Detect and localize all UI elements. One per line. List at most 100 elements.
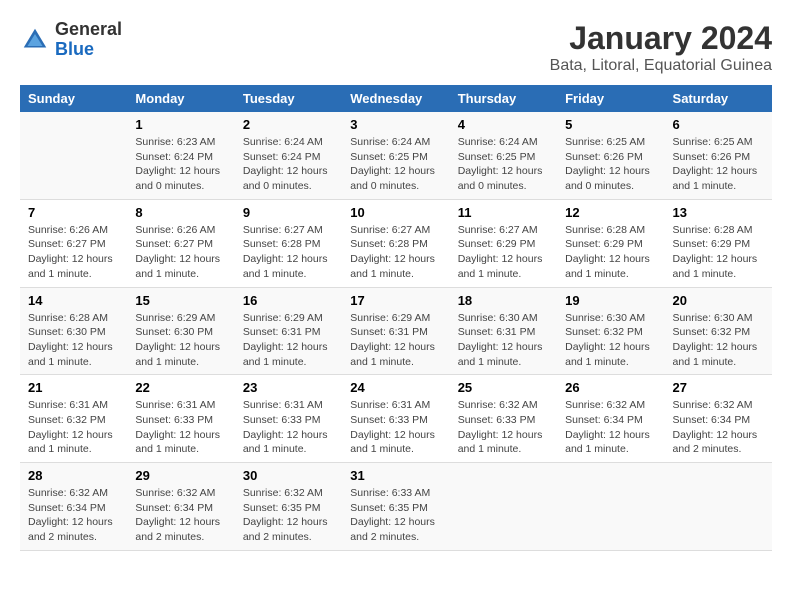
- day-number: 2: [243, 117, 334, 132]
- calendar-cell: 6 Sunrise: 6:25 AM Sunset: 6:26 PM Daylig…: [665, 112, 772, 199]
- calendar-cell: 26Sunrise: 6:32 AM Sunset: 6:34 PM Dayli…: [557, 375, 664, 463]
- day-info: Sunrise: 6:31 AM Sunset: 6:33 PM Dayligh…: [350, 398, 441, 457]
- main-title: January 2024: [550, 20, 772, 57]
- day-number: 22: [135, 380, 226, 395]
- calendar-week-row: 7 Sunrise: 6:26 AM Sunset: 6:27 PM Daylig…: [20, 199, 772, 287]
- calendar-cell: [557, 463, 664, 551]
- calendar-cell: 25Sunrise: 6:32 AM Sunset: 6:33 PM Dayli…: [450, 375, 557, 463]
- logo-icon: [20, 25, 50, 55]
- day-number: 30: [243, 468, 334, 483]
- day-number: 14: [28, 293, 119, 308]
- calendar-cell: 15Sunrise: 6:29 AM Sunset: 6:30 PM Dayli…: [127, 287, 234, 375]
- day-info: Sunrise: 6:29 AM Sunset: 6:31 PM Dayligh…: [243, 311, 334, 370]
- calendar-cell: 31Sunrise: 6:33 AM Sunset: 6:35 PM Dayli…: [342, 463, 449, 551]
- calendar-cell: 5 Sunrise: 6:25 AM Sunset: 6:26 PM Daylig…: [557, 112, 664, 199]
- day-info: Sunrise: 6:30 AM Sunset: 6:32 PM Dayligh…: [565, 311, 656, 370]
- logo-blue: Blue: [55, 40, 122, 60]
- calendar-cell: 18 Sunrise: 6:30 AM Sunset: 6:31 PM Dayli…: [450, 287, 557, 375]
- day-info: Sunrise: 6:24 AM Sunset: 6:25 PM Dayligh…: [350, 135, 441, 194]
- day-info: Sunrise: 6:24 AM Sunset: 6:24 PM Dayligh…: [243, 135, 334, 194]
- day-number: 13: [673, 205, 764, 220]
- page-header: General Blue January 2024 Bata, Litoral,…: [20, 20, 772, 75]
- calendar-cell: 14 Sunrise: 6:28 AM Sunset: 6:30 PM Dayli…: [20, 287, 127, 375]
- day-number: 31: [350, 468, 441, 483]
- header-day: Wednesday: [342, 85, 449, 112]
- day-info: Sunrise: 6:26 AM Sunset: 6:27 PM Dayligh…: [28, 223, 119, 282]
- day-info: Sunrise: 6:28 AM Sunset: 6:30 PM Dayligh…: [28, 311, 119, 370]
- day-number: 4: [458, 117, 549, 132]
- calendar-cell: [450, 463, 557, 551]
- day-number: 11: [458, 205, 549, 220]
- calendar-cell: 12 Sunrise: 6:28 AM Sunset: 6:29 PM Dayli…: [557, 199, 664, 287]
- calendar-cell: 20 Sunrise: 6:30 AM Sunset: 6:32 PM Dayli…: [665, 287, 772, 375]
- header-day: Monday: [127, 85, 234, 112]
- calendar-cell: 2 Sunrise: 6:24 AM Sunset: 6:24 PM Daylig…: [235, 112, 342, 199]
- day-number: 23: [243, 380, 334, 395]
- calendar-cell: 13 Sunrise: 6:28 AM Sunset: 6:29 PM Dayli…: [665, 199, 772, 287]
- day-info: Sunrise: 6:23 AM Sunset: 6:24 PM Dayligh…: [135, 135, 226, 194]
- day-info: Sunrise: 6:26 AM Sunset: 6:27 PM Dayligh…: [135, 223, 226, 282]
- calendar-cell: 4 Sunrise: 6:24 AM Sunset: 6:25 PM Daylig…: [450, 112, 557, 199]
- day-number: 7: [28, 205, 119, 220]
- day-info: Sunrise: 6:32 AM Sunset: 6:34 PM Dayligh…: [28, 486, 119, 545]
- day-number: 19: [565, 293, 656, 308]
- calendar-cell: [20, 112, 127, 199]
- day-number: 20: [673, 293, 764, 308]
- day-info: Sunrise: 6:32 AM Sunset: 6:33 PM Dayligh…: [458, 398, 549, 457]
- calendar-cell: 8 Sunrise: 6:26 AM Sunset: 6:27 PM Daylig…: [127, 199, 234, 287]
- day-info: Sunrise: 6:32 AM Sunset: 6:35 PM Dayligh…: [243, 486, 334, 545]
- day-number: 1: [135, 117, 226, 132]
- day-info: Sunrise: 6:30 AM Sunset: 6:31 PM Dayligh…: [458, 311, 549, 370]
- calendar-cell: 22 Sunrise: 6:31 AM Sunset: 6:33 PM Dayli…: [127, 375, 234, 463]
- day-info: Sunrise: 6:27 AM Sunset: 6:28 PM Dayligh…: [243, 223, 334, 282]
- subtitle: Bata, Litoral, Equatorial Guinea: [550, 57, 772, 75]
- day-number: 29: [135, 468, 226, 483]
- day-info: Sunrise: 6:31 AM Sunset: 6:32 PM Dayligh…: [28, 398, 119, 457]
- calendar-cell: 21Sunrise: 6:31 AM Sunset: 6:32 PM Dayli…: [20, 375, 127, 463]
- day-info: Sunrise: 6:31 AM Sunset: 6:33 PM Dayligh…: [135, 398, 226, 457]
- calendar-week-row: 28Sunrise: 6:32 AM Sunset: 6:34 PM Dayli…: [20, 463, 772, 551]
- day-info: Sunrise: 6:25 AM Sunset: 6:26 PM Dayligh…: [565, 135, 656, 194]
- title-block: January 2024 Bata, Litoral, Equatorial G…: [550, 20, 772, 75]
- day-info: Sunrise: 6:27 AM Sunset: 6:29 PM Dayligh…: [458, 223, 549, 282]
- calendar-cell: 24 Sunrise: 6:31 AM Sunset: 6:33 PM Dayli…: [342, 375, 449, 463]
- day-number: 26: [565, 380, 656, 395]
- day-number: 18: [458, 293, 549, 308]
- day-info: Sunrise: 6:31 AM Sunset: 6:33 PM Dayligh…: [243, 398, 334, 457]
- header-day: Thursday: [450, 85, 557, 112]
- day-number: 24: [350, 380, 441, 395]
- day-number: 5: [565, 117, 656, 132]
- day-info: Sunrise: 6:25 AM Sunset: 6:26 PM Dayligh…: [673, 135, 764, 194]
- calendar-cell: 28Sunrise: 6:32 AM Sunset: 6:34 PM Dayli…: [20, 463, 127, 551]
- calendar-cell: 17Sunrise: 6:29 AM Sunset: 6:31 PM Dayli…: [342, 287, 449, 375]
- day-number: 3: [350, 117, 441, 132]
- day-number: 12: [565, 205, 656, 220]
- day-info: Sunrise: 6:24 AM Sunset: 6:25 PM Dayligh…: [458, 135, 549, 194]
- header-day: Saturday: [665, 85, 772, 112]
- day-info: Sunrise: 6:28 AM Sunset: 6:29 PM Dayligh…: [673, 223, 764, 282]
- calendar-cell: 27Sunrise: 6:32 AM Sunset: 6:34 PM Dayli…: [665, 375, 772, 463]
- header-day: Friday: [557, 85, 664, 112]
- day-number: 9: [243, 205, 334, 220]
- header-day: Tuesday: [235, 85, 342, 112]
- day-number: 8: [135, 205, 226, 220]
- logo-general: General: [55, 20, 122, 40]
- day-number: 10: [350, 205, 441, 220]
- header-row: SundayMondayTuesdayWednesdayThursdayFrid…: [20, 85, 772, 112]
- calendar-week-row: 14 Sunrise: 6:28 AM Sunset: 6:30 PM Dayli…: [20, 287, 772, 375]
- calendar-cell: 29Sunrise: 6:32 AM Sunset: 6:34 PM Dayli…: [127, 463, 234, 551]
- day-info: Sunrise: 6:29 AM Sunset: 6:30 PM Dayligh…: [135, 311, 226, 370]
- calendar-cell: 1 Sunrise: 6:23 AM Sunset: 6:24 PM Daylig…: [127, 112, 234, 199]
- day-info: Sunrise: 6:28 AM Sunset: 6:29 PM Dayligh…: [565, 223, 656, 282]
- calendar-cell: 7 Sunrise: 6:26 AM Sunset: 6:27 PM Daylig…: [20, 199, 127, 287]
- calendar-cell: 19 Sunrise: 6:30 AM Sunset: 6:32 PM Dayli…: [557, 287, 664, 375]
- day-info: Sunrise: 6:30 AM Sunset: 6:32 PM Dayligh…: [673, 311, 764, 370]
- day-number: 6: [673, 117, 764, 132]
- day-info: Sunrise: 6:27 AM Sunset: 6:28 PM Dayligh…: [350, 223, 441, 282]
- calendar-cell: [665, 463, 772, 551]
- logo-text: General Blue: [55, 20, 122, 60]
- day-number: 27: [673, 380, 764, 395]
- logo: General Blue: [20, 20, 122, 60]
- day-number: 17: [350, 293, 441, 308]
- calendar-cell: 9 Sunrise: 6:27 AM Sunset: 6:28 PM Daylig…: [235, 199, 342, 287]
